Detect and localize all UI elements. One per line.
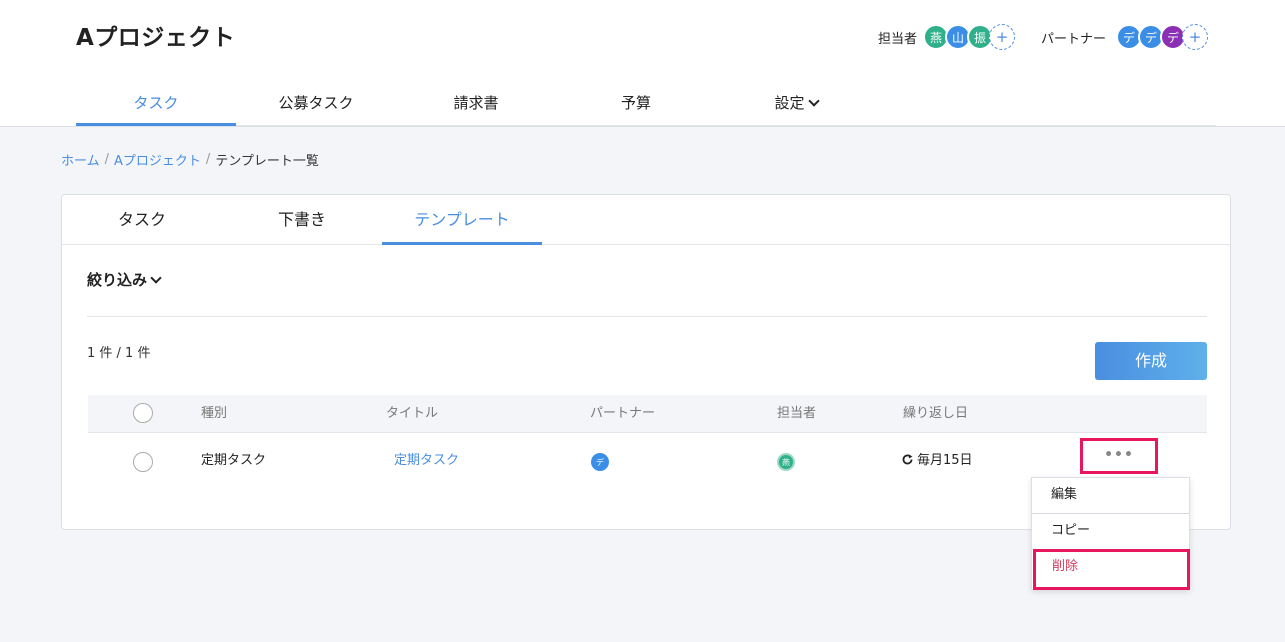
tab-tasks[interactable]: タスク — [76, 83, 236, 126]
result-count: 1 件 / 1 件 — [87, 346, 151, 361]
subtab-tasks[interactable]: タスク — [62, 195, 222, 245]
assignee-group: 担当者 燕 山 振 + — [878, 22, 1016, 52]
add-partner-button[interactable]: + — [1182, 24, 1209, 50]
subtab-drafts[interactable]: 下書き — [222, 195, 382, 245]
filter-label: 絞り込み — [87, 271, 148, 289]
row-partner-avatar: デ — [591, 453, 609, 471]
tab-invoices[interactable]: 請求書 — [396, 83, 556, 126]
more-actions-button[interactable]: ••• — [1080, 438, 1158, 474]
tab-public-tasks[interactable]: 公募タスク — [236, 83, 396, 126]
header: Aプロジェクト 担当者 燕 山 振 + パートナー デ デ デ + タスク 公募… — [0, 0, 1285, 127]
select-all-radio[interactable] — [133, 403, 153, 423]
row-select-radio[interactable] — [133, 452, 153, 472]
tab-budget[interactable]: 予算 — [556, 83, 716, 126]
menu-item-edit[interactable]: 編集 — [1032, 478, 1189, 514]
row-repeat-value: 毎月15日 — [917, 453, 973, 468]
row-title-link[interactable]: 定期タスク — [394, 433, 459, 489]
tab-settings[interactable]: 設定 — [716, 83, 876, 126]
chevron-down-icon — [150, 272, 162, 284]
breadcrumb-current: テンプレート一覧 — [215, 154, 319, 169]
create-button[interactable]: 作成 — [1095, 342, 1207, 380]
assignee-label: 担当者 — [878, 31, 918, 47]
breadcrumb-home[interactable]: ホーム — [61, 150, 100, 169]
row-repeat: 毎月15日 — [901, 433, 973, 489]
row-type: 定期タスク — [201, 453, 267, 468]
chevron-down-icon — [807, 95, 820, 107]
filter-toggle[interactable]: 絞り込み — [87, 269, 162, 290]
refresh-icon — [902, 454, 913, 465]
table-header: 種別 タイトル パートナー 担当者 繰り返し日 — [88, 395, 1207, 433]
column-header-repeat: 繰り返し日 — [903, 406, 969, 421]
column-header-title: タイトル — [386, 406, 439, 421]
project-title: Aプロジェクト — [76, 25, 236, 51]
row-assignee-avatar: 燕 — [777, 453, 795, 471]
column-header-assignee: 担当者 — [777, 406, 817, 421]
menu-item-delete[interactable]: 削除 — [1033, 549, 1190, 590]
breadcrumb-separator: / — [104, 152, 110, 167]
partner-group: パートナー デ デ デ + — [1041, 22, 1209, 52]
divider — [87, 316, 1207, 317]
subtab-bar: タスク 下書き テンプレート — [62, 195, 1230, 245]
menu-item-copy[interactable]: コピー — [1032, 514, 1189, 550]
main-nav: タスク 公募タスク 請求書 予算 設定 — [76, 83, 1216, 126]
breadcrumb-project[interactable]: Aプロジェクト — [114, 150, 201, 169]
breadcrumb: ホーム / Aプロジェクト / テンプレート一覧 — [61, 150, 319, 169]
partner-label: パートナー — [1041, 31, 1107, 47]
tab-settings-label: 設定 — [774, 94, 805, 112]
breadcrumb-separator: / — [205, 152, 211, 167]
column-header-type: 種別 — [201, 406, 228, 421]
column-header-partner: パートナー — [590, 406, 656, 421]
add-assignee-button[interactable]: + — [989, 24, 1016, 50]
subtab-templates[interactable]: テンプレート — [382, 195, 542, 245]
